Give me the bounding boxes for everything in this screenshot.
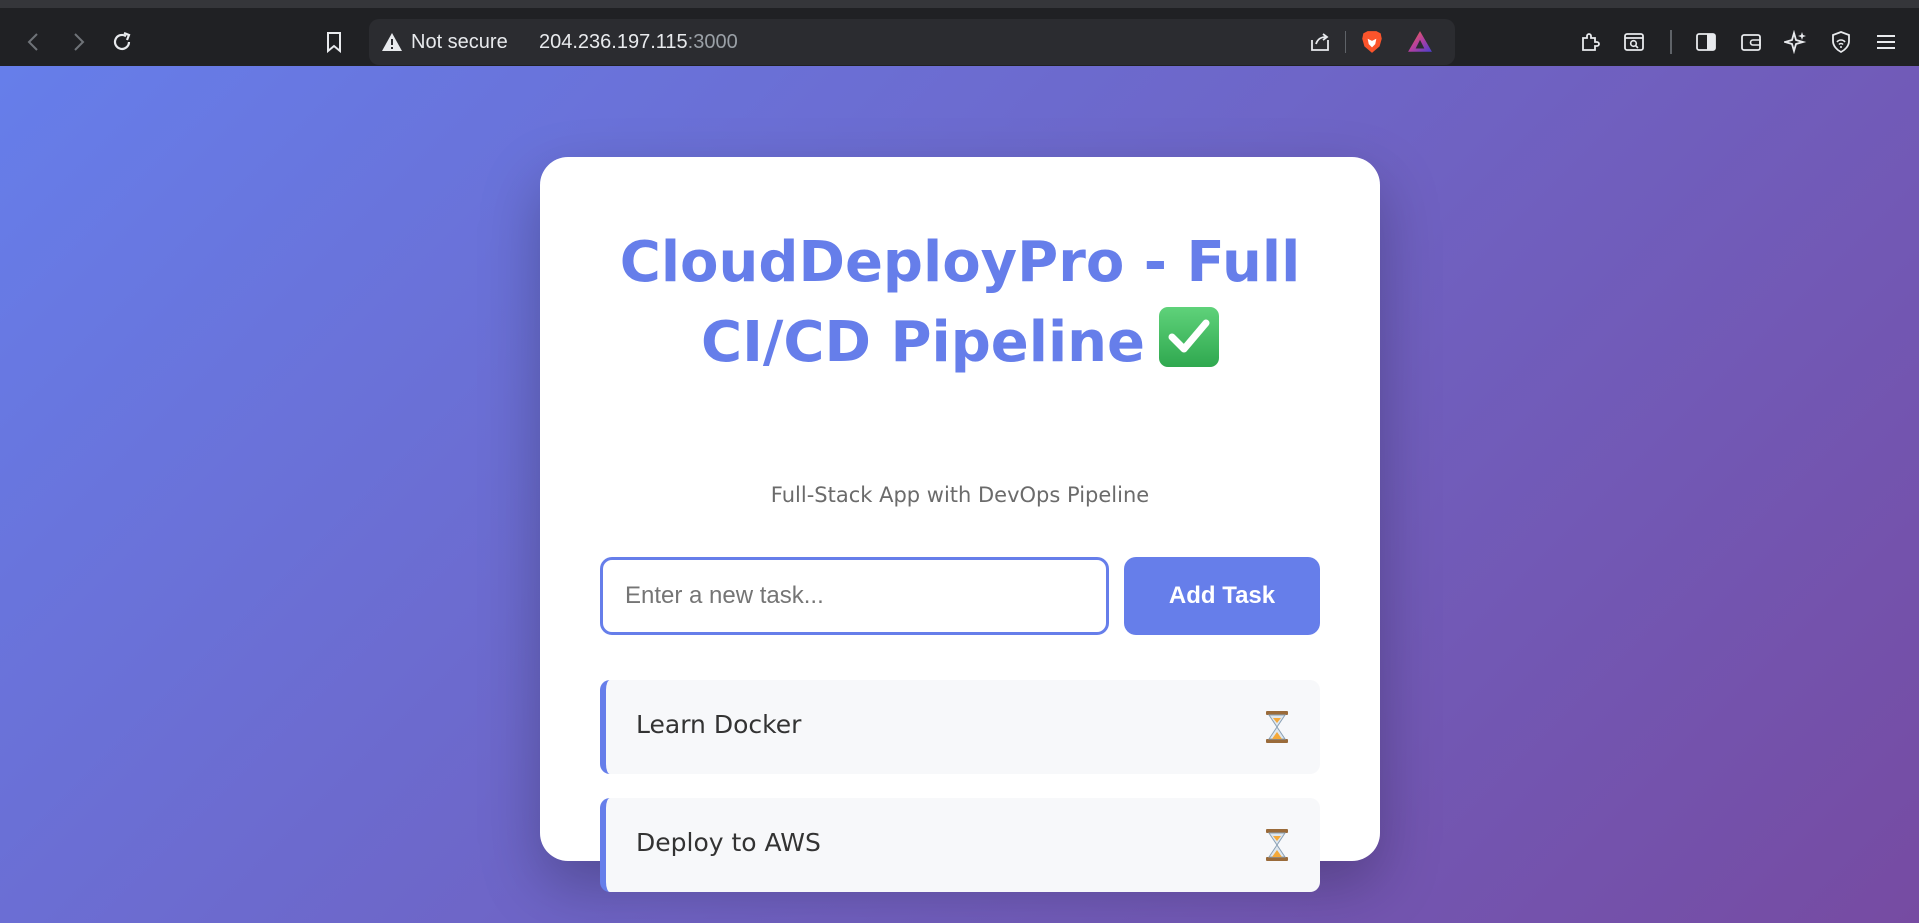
task-list: Learn Docker Deploy to AWS [600, 680, 1320, 916]
brave-lion-icon[interactable] [1357, 27, 1387, 57]
page-subtitle: Full-Stack App with DevOps Pipeline [770, 483, 1150, 507]
forward-arrow-icon[interactable] [62, 26, 94, 58]
toolbar-divider [1670, 30, 1672, 54]
warning-triangle-icon [382, 33, 402, 51]
sidebar-icon[interactable] [1690, 26, 1722, 58]
app-card: CloudDeployPro - Full CI/CD Pipeline Ful… [540, 157, 1380, 892]
brave-rewards-triangle-icon[interactable] [1405, 27, 1435, 57]
security-status-label[interactable]: Not secure [411, 31, 508, 54]
shield-icon[interactable] [1825, 26, 1857, 58]
bookmark-icon[interactable] [318, 26, 350, 58]
wallet-icon[interactable] [1735, 26, 1767, 58]
add-task-button[interactable]: Add Task [1124, 557, 1320, 635]
page-search-icon[interactable] [1618, 26, 1650, 58]
task-item[interactable]: Deploy to AWS [600, 798, 1320, 892]
task-text: Deploy to AWS [636, 828, 821, 857]
address-bar-divider [1345, 31, 1346, 53]
new-task-input[interactable] [600, 557, 1109, 635]
url-host: 204.236.197.115 [539, 31, 688, 53]
page-viewport: CloudDeployPro - Full CI/CD Pipeline Ful… [0, 66, 1919, 923]
task-item[interactable]: Learn Docker [600, 680, 1320, 774]
check-mark-icon [1159, 307, 1219, 367]
page-title: CloudDeployPro - Full CI/CD Pipeline [580, 223, 1340, 383]
address-bar[interactable]: Not secure 204.236.197.115:3000 [369, 19, 1455, 65]
url-text[interactable]: 204.236.197.115:3000 [539, 31, 738, 54]
reload-icon[interactable] [106, 26, 138, 58]
share-icon[interactable] [1305, 27, 1335, 57]
hamburger-menu-icon[interactable] [1870, 26, 1902, 58]
task-text: Learn Docker [636, 710, 802, 739]
hourglass-icon [1266, 711, 1288, 743]
puzzle-icon[interactable] [1574, 26, 1606, 58]
browser-toolbar: Not secure 204.236.197.115:3000 [0, 0, 1919, 66]
url-port: :3000 [687, 31, 738, 53]
sparkle-icon[interactable] [1780, 26, 1812, 58]
hourglass-icon [1266, 829, 1288, 861]
back-arrow-icon[interactable] [18, 26, 50, 58]
